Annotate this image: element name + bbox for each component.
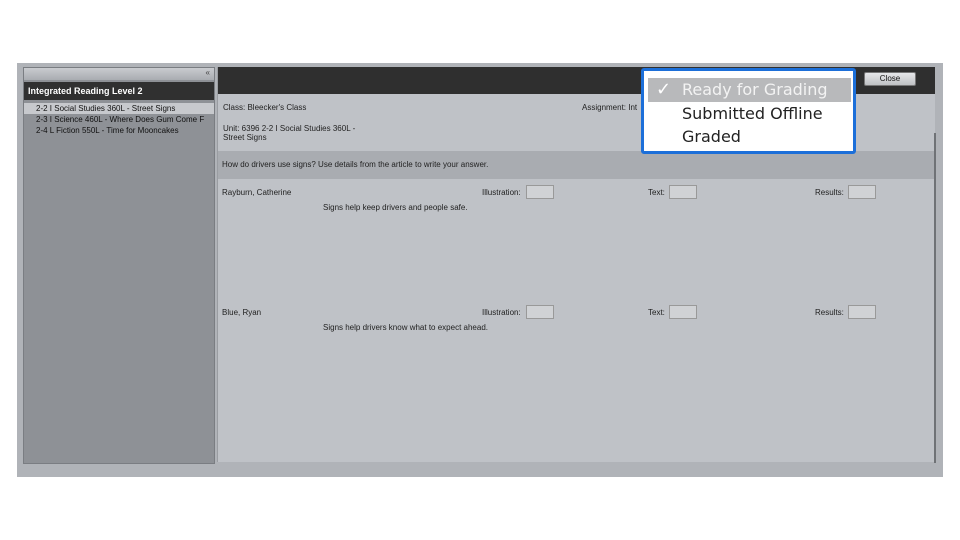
student-name: Blue, Ryan [222,308,262,317]
results-score-input[interactable] [848,305,876,319]
results-score-input[interactable] [848,185,876,199]
illustration-score-input[interactable] [526,185,554,199]
menu-item-graded[interactable]: Graded [648,125,851,149]
sidebar: « Integrated Reading Level 2 2-2 I Socia… [23,67,215,464]
sidebar-item-mooncakes[interactable]: 2-4 L Fiction 550L - Time for Mooncakes [24,125,214,136]
close-button[interactable]: Close [864,72,916,86]
menu-item-ready-for-grading[interactable]: ✓ Ready for Grading [648,78,851,102]
menu-item-submitted-offline[interactable]: Submitted Offline [648,102,851,126]
checkmark-icon: ✓ [656,79,672,100]
student-row: Rayburn, Catherine Illustration: Text: R… [222,185,927,298]
menu-item-label: Submitted Offline [682,104,823,123]
illustration-score-input[interactable] [526,305,554,319]
sidebar-item-gum[interactable]: 2-3 I Science 460L - Where Does Gum Come… [24,114,214,125]
illustration-label: Illustration: [482,188,521,197]
text-label: Text: [648,308,665,317]
student-name: Rayburn, Catherine [222,188,292,197]
unit-label-line1: Unit: 6396 2-2 I Social Studies 360L - [223,124,356,133]
student-row: Blue, Ryan Illustration: Text: Results: … [222,305,927,418]
assignment-label: Assignment: Int [582,103,638,112]
sidebar-top-bar: « [24,68,214,80]
student-answer: Signs help keep drivers and people safe. [323,203,468,212]
status-dropdown-menu: ✓ Ready for Grading Submitted Offline Gr… [641,68,856,154]
question-prompt: How do drivers use signs? Use details fr… [218,151,935,179]
collapse-sidebar-icon[interactable]: « [206,68,210,77]
class-label: Class: Bleecker's Class [223,103,307,112]
text-score-input[interactable] [669,305,697,319]
text-score-input[interactable] [669,185,697,199]
main-scrollbar-edge [934,133,936,463]
menu-item-label: Ready for Grading [682,80,828,99]
sidebar-header: Integrated Reading Level 2 [24,82,214,100]
illustration-label: Illustration: [482,308,521,317]
student-answer: Signs help drivers know what to expect a… [323,323,488,332]
results-label: Results: [815,308,844,317]
menu-item-label: Graded [682,127,741,146]
sidebar-item-street-signs[interactable]: 2-2 I Social Studies 360L - Street Signs [24,103,214,114]
results-label: Results: [815,188,844,197]
unit-label-line2: Street Signs [223,133,267,142]
text-label: Text: [648,188,665,197]
sidebar-list: 2-2 I Social Studies 360L - Street Signs… [24,103,214,136]
